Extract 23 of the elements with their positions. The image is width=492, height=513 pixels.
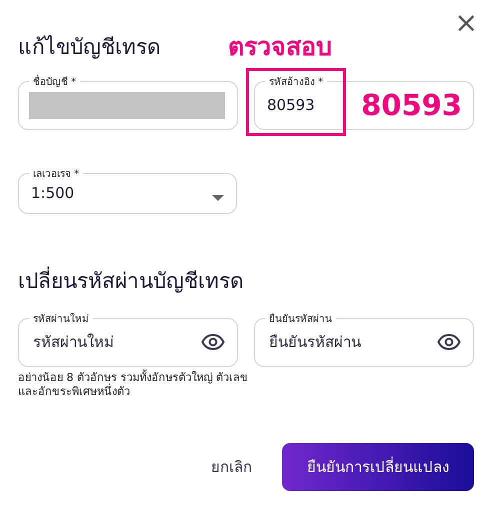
field-label: รหัสอ้างอิง *	[268, 76, 324, 89]
cancel-button[interactable]: ยกเลิก	[205, 454, 258, 480]
confirm-button[interactable]: ยืนยันการเปลี่ยนแปลง	[282, 443, 474, 491]
eye-icon[interactable]	[201, 334, 225, 350]
password-input[interactable]: ยืนยันรหัสผ่าน	[267, 332, 437, 352]
password-field[interactable]: รหัสผ่านใหม่ รหัสผ่านใหม่	[18, 311, 238, 367]
annotation-text: 80593	[361, 88, 462, 122]
field-label: ยืนยันรหัสผ่าน	[268, 312, 333, 326]
field-value: 1:500	[31, 184, 74, 202]
eye-icon[interactable]	[437, 334, 461, 350]
password-field[interactable]: ยืนยันรหัสผ่าน ยืนยันรหัสผ่าน	[254, 311, 474, 367]
hint-text: อย่างน้อย 8 ตัวอักษร รวมทั้งอักษรตัวใหญ่ ตัวเลข และอักขระพิเศษหนึ่งตัว	[18, 371, 249, 399]
text-field[interactable]: ชื่อบัญชี *	[18, 74, 238, 130]
section-title: เปลี่ยนรหัสผ่านบัญชีเทรด	[18, 264, 474, 297]
caret-icon	[212, 195, 224, 201]
field-value: 80593	[267, 96, 315, 114]
field-label: รหัสผ่านใหม่	[32, 312, 90, 326]
password-input[interactable]: รหัสผ่านใหม่	[31, 332, 201, 352]
dialog-title: แก้ไขบัญชีเทรด	[18, 34, 162, 61]
field-label: ชื่อบัญชี *	[29, 74, 80, 89]
field-label: เลเวอเรจ *	[32, 168, 80, 181]
close-button[interactable]: ×	[450, 8, 482, 38]
annotation-text: ตรวจสอบ	[228, 31, 332, 63]
